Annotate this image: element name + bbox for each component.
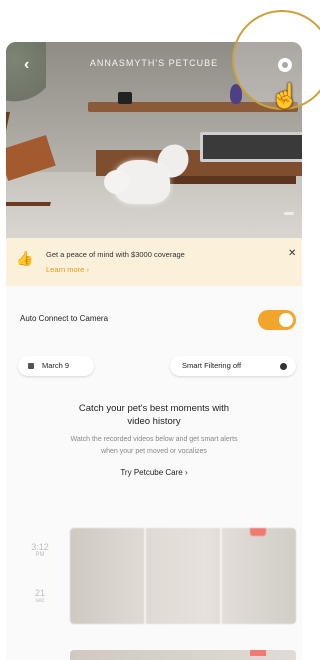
try-petcube-care-link[interactable]: Try Petcube Care › <box>120 468 187 477</box>
date-label: March 9 <box>42 361 70 370</box>
auto-connect-toggle[interactable] <box>258 310 296 330</box>
smart-filter-label: Smart Filtering off <box>182 361 242 370</box>
feed-device <box>118 92 132 104</box>
feed-page-indicator <box>284 212 294 215</box>
auto-connect-label: Auto Connect to Camera <box>20 314 109 323</box>
history-thumbnails-next[interactable] <box>70 650 296 660</box>
auto-connect-row: Auto Connect to Camera <box>6 308 302 332</box>
close-icon[interactable]: ✕ <box>288 248 296 259</box>
thumb-divider <box>144 528 146 624</box>
app-frame: ‹ ANNASMYTH'S PETCUBE 👍 Get a peace of m… <box>6 42 302 660</box>
history-duration: 21 sec <box>34 588 45 604</box>
alert-tag <box>250 650 266 656</box>
thumbs-up-icon: 👍 <box>16 250 34 266</box>
promo-description: Watch the recorded videos below and get … <box>70 436 238 455</box>
banner-text: Get a peace of mind with $3000 coverage <box>46 250 185 259</box>
history-thumbnails[interactable] <box>70 528 296 624</box>
smart-filter-chip[interactable]: Smart Filtering off <box>170 356 296 376</box>
video-history-promo: Catch your pet's best moments with video… <box>6 402 302 480</box>
hand-pointer-icon: ☝ <box>270 83 300 110</box>
feed-console <box>200 132 302 162</box>
promo-title: Catch your pet's best moments with video… <box>78 403 230 427</box>
history-time: 3:12 PM <box>31 542 49 558</box>
camera-title: ANNASMYTH'S PETCUBE <box>89 58 219 68</box>
learn-more-link[interactable]: Learn more › <box>46 265 89 274</box>
cat-head <box>104 170 130 194</box>
toggle-knob <box>279 313 293 327</box>
info-icon <box>280 363 287 370</box>
thumb-divider <box>220 528 222 624</box>
back-icon[interactable]: ‹ <box>24 56 29 74</box>
alert-tag <box>250 528 266 536</box>
calendar-icon <box>28 363 34 369</box>
date-filter-chip[interactable]: March 9 <box>18 356 94 376</box>
insurance-banner[interactable]: 👍 Get a peace of mind with $3000 coverag… <box>6 238 302 286</box>
